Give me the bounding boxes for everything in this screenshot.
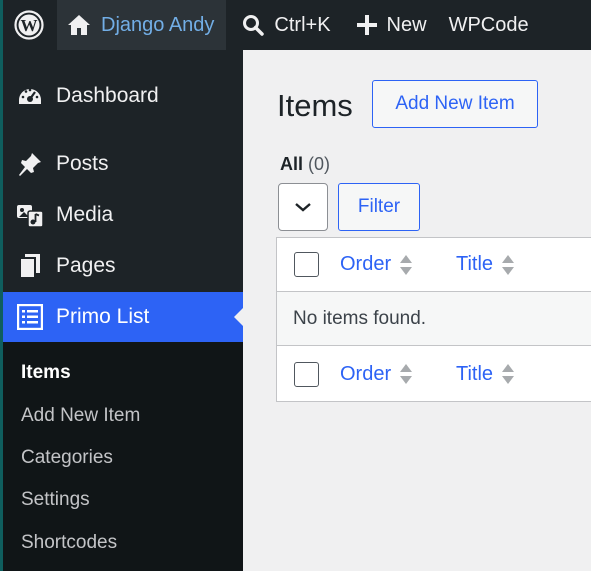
home-icon [68,15,90,35]
table-empty-row: No items found. [277,292,591,346]
svg-text:W: W [20,16,37,35]
view-filter-all[interactable]: All (0) [280,154,330,175]
site-name-label: Django Andy [101,13,215,36]
select-all-checkbox[interactable] [294,361,319,387]
select-all-checkbox[interactable] [294,252,319,277]
column-footer-order[interactable]: Order [340,363,413,386]
column-header-title[interactable]: Title [456,253,515,276]
plus-icon [356,15,377,35]
sidebar-item-dashboard[interactable]: Dashboard [0,71,243,121]
wpcode-label: WPCode [448,13,529,36]
search-shortcut-label: Ctrl+K [274,13,331,36]
sidebar-item-primo-list[interactable]: Primo List [0,292,243,342]
column-label: Title [456,253,494,275]
sidebar-item-label: Posts [56,152,109,175]
main-content: Items Add New Item All (0) Filter Order … [243,50,591,571]
sidebar-item-label: Primo List [56,305,150,328]
sort-icon [501,254,515,276]
add-new-item-button[interactable]: Add New Item [372,80,538,128]
media-icon [16,201,44,229]
admin-bar: W Django Andy Ctrl+K New WPCode [0,0,591,50]
search-icon [243,15,265,36]
sidebar-item-label: Dashboard [56,84,159,107]
wpcode-menu[interactable]: WPCode [427,0,529,50]
sidebar-item-label: Media [56,203,114,226]
table-footer-row: Order Title [277,347,591,401]
column-label: Order [340,362,392,385]
submenu-item-items[interactable]: Items [21,362,71,384]
sort-icon [399,363,413,385]
submenu-item-add-new-item[interactable]: Add New Item [21,405,140,427]
pages-icon [16,252,44,280]
new-label: New [386,13,427,36]
sort-icon [501,363,515,385]
primo-list-submenu: Items Add New Item Categories Settings S… [0,342,243,571]
column-label: Order [340,253,392,275]
submenu-item-shortcodes[interactable]: Shortcodes [21,532,117,554]
new-content-button[interactable]: New [331,0,427,50]
sidebar-item-label: Pages [56,254,116,277]
bulk-actions-dropdown[interactable] [278,183,328,231]
view-all-count: (0) [308,154,331,174]
sort-icon [399,254,413,276]
column-footer-title[interactable]: Title [456,363,515,386]
submenu-item-settings[interactable]: Settings [21,489,90,511]
column-header-order[interactable]: Order [340,253,413,276]
items-table: Order Title No items found. Order Title [276,237,591,402]
wordpress-icon: W [13,10,44,40]
filter-button[interactable]: Filter [338,183,420,231]
admin-sidebar: Dashboard Posts Media Pages Primo List I… [0,50,243,571]
wordpress-logo-button[interactable]: W [0,0,57,50]
submenu-item-categories[interactable]: Categories [21,447,113,469]
command-palette-button[interactable]: Ctrl+K [226,0,331,50]
page-title: Items [277,88,353,123]
dashboard-icon [16,82,44,110]
column-label: Title [456,362,494,385]
sidebar-item-posts[interactable]: Posts [0,139,243,189]
chevron-down-icon [295,203,311,212]
sidebar-item-pages[interactable]: Pages [0,241,243,291]
empty-message: No items found. [293,307,427,329]
view-all-label: All [280,154,304,174]
sidebar-item-media[interactable]: Media [0,190,243,240]
pin-icon [16,150,44,178]
site-name-link[interactable]: Django Andy [57,0,227,50]
window-edge [0,0,3,571]
list-icon [16,303,44,331]
table-header-row: Order Title [277,238,591,292]
